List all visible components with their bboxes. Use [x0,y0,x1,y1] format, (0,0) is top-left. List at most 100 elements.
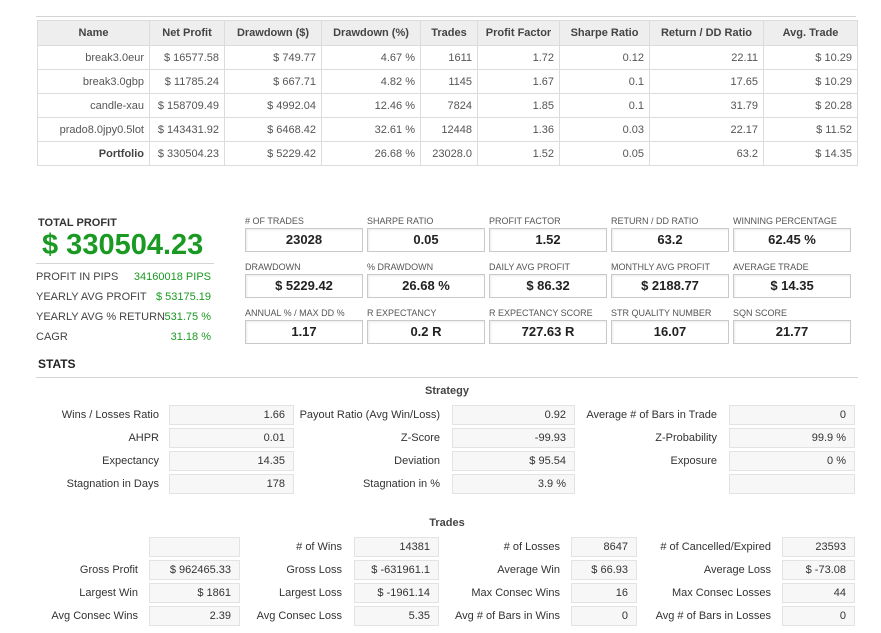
metric-winning-percentage: WINNING PERCENTAGE 62.45 % [733,216,851,252]
trade-value-max-consec-losses: 44 [782,583,855,603]
metric-value: 1.52 [489,228,607,252]
stat-value-expectancy: 14.35 [169,451,294,471]
cell-profit-factor: 1.52 [477,141,560,166]
metric-label: WINNING PERCENTAGE [733,216,837,226]
stat-label: Wins / Losses Ratio [61,409,159,421]
stat-label [578,474,717,494]
trade-label: # of Wins [296,541,342,553]
cell-drawdown-pct: 12.46 % [321,93,421,118]
metric-daily-avg-profit: DAILY AVG PROFIT $ 86.32 [489,262,607,298]
trade-value-losses: 8647 [571,537,637,557]
metric-r-expectancy-score: R EXPECTANCY SCORE 727.63 R [489,308,607,344]
cell-trades: 12448 [420,117,478,142]
metric-label: PROFIT FACTOR [489,216,561,226]
cell-drawdown-usd: $ 749.77 [224,45,322,70]
metric-value: 63.2 [611,228,729,252]
total-profit-value: $ 330504.23 [42,229,204,261]
cell-trades: 23028.0 [420,141,478,166]
table-row: candle-xau $ 158709.49 $ 4992.04 12.46 %… [37,93,858,118]
stat-label: Average # of Bars in Trade [586,409,717,421]
cell-return-dd-ratio: 22.11 [649,45,764,70]
stat-value-payout-ratio: 0.92 [452,405,575,425]
cell-drawdown-usd: $ 6468.42 [224,117,322,142]
column-header-drawdown-pct[interactable]: Drawdown (%) [321,20,421,46]
metric-label: DRAWDOWN [245,262,301,272]
stat-value-z-probability: 99.9 % [729,428,855,448]
column-header-net-profit[interactable]: Net Profit [149,20,225,46]
cell-avg-trade: $ 10.29 [763,45,858,70]
trade-value-avg-consec-wins: 2.39 [149,606,240,626]
summary-label: YEARLY AVG % RETURN [36,311,165,323]
cell-drawdown-pct: 26.68 % [321,141,421,166]
cell-trades: 7824 [420,93,478,118]
metric-label: RETURN / DD RATIO [611,216,699,226]
column-header-name[interactable]: Name [37,20,150,46]
stat-label: Payout Ratio (Avg Win/Loss) [299,409,440,421]
metric-return-dd-ratio: RETURN / DD RATIO 63.2 [611,216,729,252]
stat-label: Deviation [394,455,440,467]
metric-sharpe-ratio: SHARPE RATIO 0.05 [367,216,485,252]
cell-trades: 1145 [420,69,478,94]
trade-value-avg-bars-in-wins: 0 [571,606,637,626]
metric-label: # OF TRADES [245,216,304,226]
column-header-trades[interactable]: Trades [420,20,478,46]
summary-row-yearly-avg-profit: YEARLY AVG PROFIT $ 53175.19 [36,291,214,307]
trade-value-empty [149,537,240,557]
stat-value-stagnation-pct: 3.9 % [452,474,575,494]
cell-drawdown-usd: $ 5229.42 [224,141,322,166]
metric-value: 0.2 R [367,320,485,344]
trade-value-avg-bars-in-losses: 0 [782,606,855,626]
metric-value: $ 14.35 [733,274,851,298]
metric-drawdown: DRAWDOWN $ 5229.42 [245,262,363,298]
stat-value-stagnation-days: 178 [169,474,294,494]
trade-label: Avg Consec Loss [256,610,342,622]
metric-monthly-avg-profit: MONTHLY AVG PROFIT $ 2188.77 [611,262,729,298]
cell-sharpe-ratio: 0.1 [559,93,650,118]
trade-label: Average Loss [703,564,771,576]
summary-label: PROFIT IN PIPS [36,271,119,283]
metric-str-quality-number: STR QUALITY NUMBER 16.07 [611,308,729,344]
stat-label: Stagnation in Days [66,478,159,490]
cell-drawdown-pct: 32.61 % [321,117,421,142]
summary-value: 31.18 % [170,331,211,343]
trade-value-average-win: $ 66.93 [571,560,637,580]
metric-label: R EXPECTANCY SCORE [489,308,593,318]
cell-profit-factor: 1.85 [477,93,560,118]
metric-label: MONTHLY AVG PROFIT [611,262,711,272]
trade-label [40,537,138,557]
trade-value-gross-profit: $ 962465.33 [149,560,240,580]
strategy-comparison-table: Name Net Profit Drawdown ($) Drawdown (%… [37,20,858,166]
metric-number-of-trades: # OF TRADES 23028 [245,216,363,252]
column-header-drawdown-usd[interactable]: Drawdown ($) [224,20,322,46]
column-header-return-dd-ratio[interactable]: Return / DD Ratio [649,20,764,46]
metric-profit-factor: PROFIT FACTOR 1.52 [489,216,607,252]
column-header-profit-factor[interactable]: Profit Factor [477,20,560,46]
cell-name: Portfolio [37,141,150,166]
summary-row-cagr: CAGR 31.18 % [36,331,214,347]
trade-label: # of Losses [503,541,560,553]
trade-label: Largest Win [79,587,138,599]
stat-value-exposure: 0 % [729,451,855,471]
table-row: prado8.0jpy0.5lot $ 143431.92 $ 6468.42 … [37,117,858,142]
metric-value: $ 2188.77 [611,274,729,298]
column-header-sharpe-ratio[interactable]: Sharpe Ratio [559,20,650,46]
stat-label: AHPR [128,432,159,444]
trade-value-cancelled: 23593 [782,537,855,557]
trade-label: # of Cancelled/Expired [660,541,771,553]
column-header-avg-trade[interactable]: Avg. Trade [763,20,858,46]
cell-name: prado8.0jpy0.5lot [37,117,150,142]
metric-value: 727.63 R [489,320,607,344]
cell-profit-factor: 1.72 [477,45,560,70]
summary-value: $ 53175.19 [155,291,211,303]
total-profit-title: TOTAL PROFIT [38,217,117,229]
summary-value: 34160018 PIPS [133,271,211,283]
trade-value-largest-win: $ 1861 [149,583,240,603]
stat-label: Expectancy [102,455,159,467]
metric-r-expectancy: R EXPECTANCY 0.2 R [367,308,485,344]
metric-label: STR QUALITY NUMBER [611,308,712,318]
trade-label: Max Consec Losses [671,587,771,599]
stat-value-wins-losses-ratio: 1.66 [169,405,294,425]
cell-return-dd-ratio: 22.17 [649,117,764,142]
metric-value: $ 86.32 [489,274,607,298]
top-divider [36,16,856,17]
